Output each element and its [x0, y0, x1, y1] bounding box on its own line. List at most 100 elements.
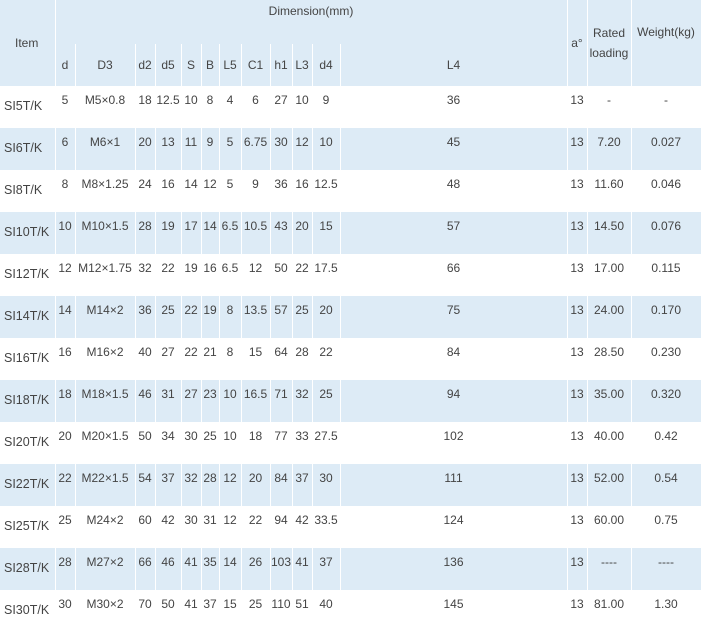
cell-b: 14 [201, 212, 220, 254]
cell-s: 41 [181, 590, 202, 632]
cell-weight: 0.75 [631, 506, 701, 548]
cell-weight: 0.320 [631, 380, 701, 422]
cell-d5: 34 [155, 422, 182, 464]
col-header-L4: L4 [340, 44, 568, 86]
table-row: SI25T/K 25 M24×2 60 42 30 31 12 22 94 42 33.5 124 13 6… [0, 506, 701, 548]
cell-h1: 77 [270, 422, 293, 464]
cell-d2: 24 [135, 170, 156, 212]
cell-item: SI18T/K [0, 380, 56, 422]
cell-d5: 42 [155, 506, 182, 548]
cell-rated: - [587, 86, 632, 128]
cell-rated: 35.00 [587, 380, 632, 422]
cell-rated: 60.00 [587, 506, 632, 548]
cell-d3: M8×1.25 [75, 170, 136, 212]
cell-h1: 43 [270, 212, 293, 254]
cell-c1: 15 [241, 338, 271, 380]
cell-a: 13 [567, 338, 588, 380]
cell-a: 13 [567, 254, 588, 296]
cell-l3: 28 [292, 338, 313, 380]
cell-h1: 57 [270, 296, 293, 338]
table-row: SI20T/K 20 M20×1.5 50 34 30 25 10 18 77 33 27.5 102 1… [0, 422, 701, 464]
cell-d2: 60 [135, 506, 156, 548]
cell-d2: 18 [135, 86, 156, 128]
cell-weight: 0.230 [631, 338, 701, 380]
cell-d: 25 [55, 506, 76, 548]
cell-d: 14 [55, 296, 76, 338]
cell-b: 23 [201, 380, 220, 422]
cell-d4: 40 [312, 590, 341, 632]
cell-s: 19 [181, 254, 202, 296]
table-row: SI16T/K 16 M16×2 40 27 22 21 8 15 64 28 22 84 13 28.50… [0, 338, 701, 380]
cell-d4: 22 [312, 338, 341, 380]
cell-d3: M18×1.5 [75, 380, 136, 422]
cell-d2: 40 [135, 338, 156, 380]
cell-item: SI6T/K [0, 128, 56, 170]
cell-d3: M16×2 [75, 338, 136, 380]
cell-l4: 102 [340, 422, 568, 464]
cell-d4: 9 [312, 86, 341, 128]
cell-rated: 40.00 [587, 422, 632, 464]
cell-rated: 7.20 [587, 128, 632, 170]
cell-b: 9 [201, 128, 220, 170]
col-header-d5: d5 [155, 44, 182, 86]
header-dimension: Dimension(mm) [55, 0, 568, 44]
cell-rated: 14.50 [587, 212, 632, 254]
table-row: SI10T/K 10 M10×1.5 28 19 17 14 6.5 10.5 43 20 15 57 1… [0, 212, 701, 254]
cell-c1: 25 [241, 590, 271, 632]
cell-d4: 15 [312, 212, 341, 254]
cell-d: 10 [55, 212, 76, 254]
cell-d: 5 [55, 86, 76, 128]
cell-d2: 28 [135, 212, 156, 254]
cell-l3: 42 [292, 506, 313, 548]
cell-d4: 12.5 [312, 170, 341, 212]
cell-weight: 0.42 [631, 422, 701, 464]
cell-l3: 33 [292, 422, 313, 464]
col-header-d: d [55, 44, 76, 86]
cell-a: 13 [567, 86, 588, 128]
cell-d5: 37 [155, 464, 182, 506]
cell-d2: 70 [135, 590, 156, 632]
cell-d: 6 [55, 128, 76, 170]
cell-b: 35 [201, 548, 220, 590]
cell-l4: 66 [340, 254, 568, 296]
cell-d: 8 [55, 170, 76, 212]
cell-b: 25 [201, 422, 220, 464]
cell-l3: 51 [292, 590, 313, 632]
cell-d4: 25 [312, 380, 341, 422]
table-row: SI14T/K 14 M14×2 36 25 22 19 8 13.5 57 25 20 75 13 24.… [0, 296, 701, 338]
cell-c1: 26 [241, 548, 271, 590]
cell-l5: 14 [219, 548, 242, 590]
cell-l4: 48 [340, 170, 568, 212]
cell-weight: 0.115 [631, 254, 701, 296]
cell-s: 14 [181, 170, 202, 212]
cell-weight: 0.076 [631, 212, 701, 254]
table-row: SI8T/K 8 M8×1.25 24 16 14 12 5 9 36 16 12.5 48 13 11.6… [0, 170, 701, 212]
cell-d4: 17.5 [312, 254, 341, 296]
cell-rated: 81.00 [587, 590, 632, 632]
cell-c1: 9 [241, 170, 271, 212]
cell-weight: - [631, 86, 701, 128]
cell-l3: 12 [292, 128, 313, 170]
cell-l3: 25 [292, 296, 313, 338]
cell-d3: M6×1 [75, 128, 136, 170]
col-header-h1: h1 [270, 44, 293, 86]
cell-l4: 145 [340, 590, 568, 632]
cell-h1: 71 [270, 380, 293, 422]
cell-c1: 10.5 [241, 212, 271, 254]
cell-d: 20 [55, 422, 76, 464]
col-header-d2: d2 [135, 44, 156, 86]
col-header-D3: D3 [75, 44, 136, 86]
cell-c1: 16.5 [241, 380, 271, 422]
cell-d3: M14×2 [75, 296, 136, 338]
cell-l4: 75 [340, 296, 568, 338]
cell-l4: 84 [340, 338, 568, 380]
cell-d3: M27×2 [75, 548, 136, 590]
cell-h1: 27 [270, 86, 293, 128]
cell-a: 13 [567, 548, 588, 590]
cell-l4: 57 [340, 212, 568, 254]
cell-l3: 10 [292, 86, 313, 128]
cell-d2: 50 [135, 422, 156, 464]
cell-s: 22 [181, 338, 202, 380]
cell-c1: 12 [241, 254, 271, 296]
cell-l4: 124 [340, 506, 568, 548]
